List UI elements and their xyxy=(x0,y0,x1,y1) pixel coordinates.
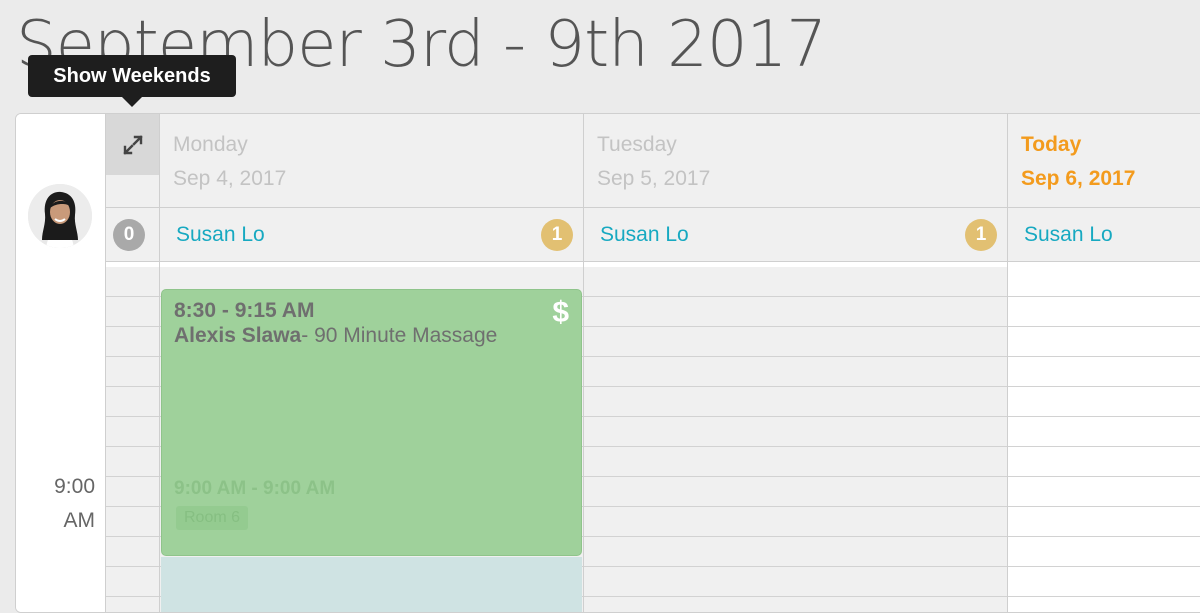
staff-row-monday: Susan Lo 1 xyxy=(160,208,583,262)
staff-column: 9:00 AM xyxy=(16,114,106,612)
show-weekends-tooltip: Show Weekends xyxy=(28,55,236,107)
time-label-9am: 9:00 AM xyxy=(25,470,95,538)
appointment-card[interactable]: 8:30 - 9:15 AM Alexis Slawa- 90 Minute M… xyxy=(161,289,582,556)
day-header-tuesday[interactable]: Tuesday Sep 5, 2017 xyxy=(584,114,1007,208)
dollar-icon: $ xyxy=(552,296,569,329)
day-header-today[interactable]: Today Sep 6, 2017 xyxy=(1008,114,1200,208)
day-grid-tuesday[interactable] xyxy=(584,267,1007,612)
time-label-hour: 9:00 xyxy=(54,475,95,498)
day-date: Sep 4, 2017 xyxy=(173,167,287,190)
day-column-today: Today Sep 6, 2017 Susan Lo xyxy=(1008,114,1200,612)
gutter-staff-row: 0 xyxy=(106,208,159,262)
next-appointment-block[interactable] xyxy=(161,557,582,612)
time-label-ampm: AM xyxy=(63,509,96,532)
staff-link[interactable]: Susan Lo xyxy=(176,223,265,247)
day-date: Sep 5, 2017 xyxy=(597,167,711,190)
count-badge: 0 xyxy=(113,219,145,251)
gutter-column: 0 xyxy=(106,114,160,612)
user-avatar-icon xyxy=(28,184,92,248)
staff-row-tuesday: Susan Lo 1 xyxy=(584,208,1007,262)
appointment-time: 8:30 - 9:15 AM xyxy=(174,299,315,322)
staff-link[interactable]: Susan Lo xyxy=(1024,223,1113,247)
day-name: Tuesday xyxy=(597,133,677,156)
day-grid-today[interactable] xyxy=(1008,267,1200,612)
count-badge: 1 xyxy=(965,219,997,251)
staff-row-today: Susan Lo xyxy=(1008,208,1200,262)
staff-link[interactable]: Susan Lo xyxy=(600,223,689,247)
appointment-description: Alexis Slawa- 90 Minute Massage xyxy=(174,323,569,349)
appointment-room: Room 6 xyxy=(176,506,249,530)
gutter-header-filler xyxy=(106,175,159,208)
day-name: Today xyxy=(1021,133,1082,156)
appointment-ghost-time: 9:00 AM - 9:00 AM xyxy=(174,478,336,499)
expand-arrows-icon xyxy=(122,134,143,155)
day-header-monday[interactable]: Monday Sep 4, 2017 xyxy=(160,114,583,208)
calendar: 9:00 AM 0 Monday Sep 4, 2017 Susan Lo 1 xyxy=(15,113,1200,613)
day-date: Sep 6, 2017 xyxy=(1021,167,1136,190)
count-badge: 1 xyxy=(541,219,573,251)
expand-button[interactable] xyxy=(106,114,159,175)
appointment-client: Alexis Slawa xyxy=(174,324,302,347)
day-column-tuesday: Tuesday Sep 5, 2017 Susan Lo 1 xyxy=(584,114,1008,612)
appointment-service: - 90 Minute Massage xyxy=(301,324,498,347)
day-name: Monday xyxy=(173,133,248,156)
gutter-grid xyxy=(106,267,159,612)
avatar[interactable] xyxy=(28,184,92,248)
